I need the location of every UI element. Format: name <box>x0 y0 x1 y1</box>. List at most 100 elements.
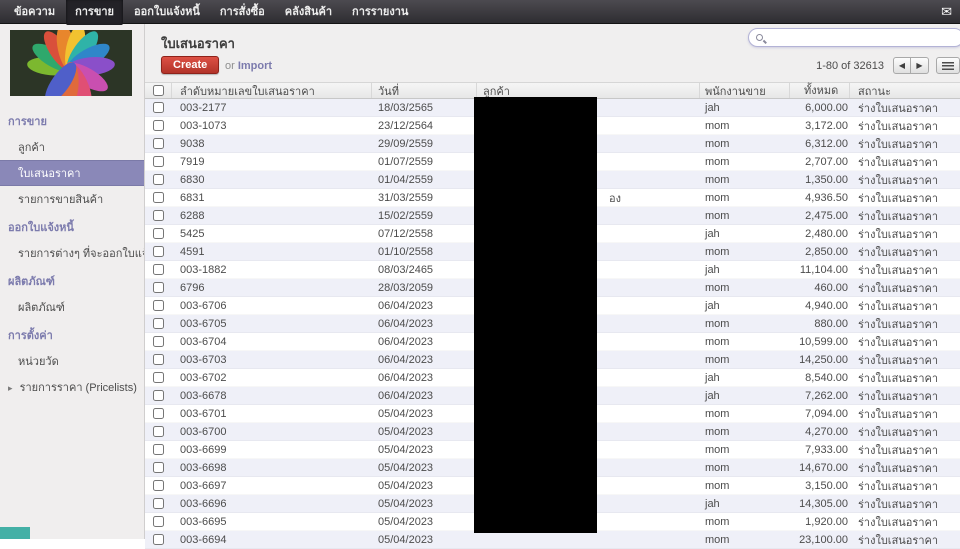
import-link[interactable]: Import <box>238 60 272 72</box>
row-checkbox-cell <box>145 426 172 437</box>
sidebar-section-header[interactable]: การขาย <box>0 106 144 134</box>
cell-salesperson: mom <box>705 425 730 438</box>
cell-status: ร่างใบเสนอราคา <box>858 534 939 547</box>
cell-total: 460.00 <box>814 281 848 294</box>
row-checkbox[interactable] <box>153 102 164 113</box>
cell-status: ร่างใบเสนอราคา <box>858 210 939 223</box>
row-checkbox[interactable] <box>153 480 164 491</box>
sidebar-item[interactable]: ลูกค้า <box>0 134 144 160</box>
cell-status: ร่างใบเสนอราคา <box>858 390 939 403</box>
row-checkbox[interactable] <box>153 138 164 149</box>
row-checkbox[interactable] <box>153 318 164 329</box>
row-checkbox[interactable] <box>153 426 164 437</box>
cell-total: 4,270.00 <box>805 425 848 438</box>
sidebar-section-header[interactable]: ออกใบแจ้งหนี้ <box>0 212 144 240</box>
cell-total: 23,100.00 <box>799 533 848 546</box>
cell-total: 6,000.00 <box>805 101 848 114</box>
topbar-menu-item[interactable]: การขาย <box>66 0 123 25</box>
row-checkbox[interactable] <box>153 300 164 311</box>
row-checkbox[interactable] <box>153 192 164 203</box>
row-checkbox[interactable] <box>153 390 164 401</box>
row-checkbox[interactable] <box>153 228 164 239</box>
envelope-icon[interactable]: ✉ <box>941 5 952 18</box>
cell-quotation-number: 003-6678 <box>180 389 227 402</box>
cell-salesperson: mom <box>705 281 730 294</box>
select-all-cell <box>145 83 172 98</box>
sidebar-item[interactable]: หน่วยวัด <box>0 348 144 374</box>
cell-status: ร่างใบเสนอราคา <box>858 408 939 421</box>
cell-salesperson: jah <box>705 389 720 402</box>
cell-status: ร่างใบเสนอราคา <box>858 228 939 241</box>
cell-status: ร่างใบเสนอราคา <box>858 336 939 349</box>
cell-quotation-number: 003-6704 <box>180 335 227 348</box>
list-view-switcher-button[interactable] <box>936 57 960 74</box>
select-all-checkbox[interactable] <box>152 85 164 96</box>
sidebar-item[interactable]: ▸ รายการราคา (Pricelists) <box>0 374 144 400</box>
row-checkbox[interactable] <box>153 516 164 527</box>
sidebar-section-header[interactable]: การตั้งค่า <box>0 320 144 348</box>
table-row[interactable]: 003-6694 05/04/2023 mom 23,100.00 ร่างใบ… <box>145 531 960 549</box>
sidebar-item[interactable]: ใบเสนอราคา <box>0 160 144 186</box>
cell-salesperson: jah <box>705 227 720 240</box>
row-checkbox[interactable] <box>153 282 164 293</box>
prev-page-button[interactable]: ◀ <box>893 57 911 74</box>
row-checkbox[interactable] <box>153 174 164 185</box>
cell-date: 06/04/2023 <box>378 389 434 402</box>
row-checkbox[interactable] <box>153 246 164 257</box>
sidebar-item-label: ใบเสนอราคา <box>18 168 81 180</box>
topbar-menu-item[interactable]: ข้อความ <box>5 0 64 25</box>
topbar-menu-item[interactable]: ออกใบแจ้งหนี้ <box>125 0 209 25</box>
col-customer[interactable]: ลูกค้า <box>477 83 700 98</box>
topbar-menu-item[interactable]: คลังสินค้า <box>276 0 341 25</box>
sidebar-item[interactable]: รายการขายสินค้า <box>0 186 144 212</box>
row-checkbox-cell <box>145 534 172 545</box>
row-checkbox[interactable] <box>153 372 164 383</box>
row-checkbox[interactable] <box>153 498 164 509</box>
cell-status: ร่างใบเสนอราคา <box>858 264 939 277</box>
cell-status: ร่างใบเสนอราคา <box>858 138 939 151</box>
row-checkbox[interactable] <box>153 120 164 131</box>
cell-salesperson: mom <box>705 155 730 168</box>
col-quotation-number[interactable]: ลำดับหมายเลขใบเสนอราคา <box>172 83 372 98</box>
search-icon[interactable] <box>756 34 763 41</box>
col-date[interactable]: วันที่ <box>372 83 477 98</box>
cell-date: 06/04/2023 <box>378 353 434 366</box>
search-box[interactable] <box>748 28 960 47</box>
cell-total: 14,250.00 <box>799 353 848 366</box>
row-checkbox[interactable] <box>153 444 164 455</box>
or-import-text: or Import <box>225 60 272 72</box>
cell-quotation-number: 6288 <box>180 209 205 222</box>
next-page-button[interactable]: ▶ <box>911 57 929 74</box>
expander-icon[interactable]: ▸ <box>8 383 13 393</box>
cell-total: 2,707.00 <box>805 155 848 168</box>
cell-date: 05/04/2023 <box>378 497 434 510</box>
sidebar-item[interactable]: รายการต่างๆ ที่จะออกใบแจ้... <box>0 240 144 266</box>
row-checkbox[interactable] <box>153 264 164 275</box>
row-checkbox-cell <box>145 192 172 203</box>
search-input[interactable] <box>763 30 960 45</box>
row-checkbox[interactable] <box>153 156 164 167</box>
col-total[interactable]: ทั้งหมด <box>790 83 850 98</box>
cell-date: 05/04/2023 <box>378 479 434 492</box>
row-checkbox-cell <box>145 120 172 131</box>
cell-salesperson: mom <box>705 461 730 474</box>
topbar-menu-item[interactable]: การสั่งซื้อ <box>211 0 274 25</box>
cell-date: 06/04/2023 <box>378 317 434 330</box>
cell-total: 1,920.00 <box>805 515 848 528</box>
sidebar-item-label: รายการขายสินค้า <box>18 194 104 206</box>
row-checkbox[interactable] <box>153 354 164 365</box>
topbar-menu-item[interactable]: การรายงาน <box>343 0 417 25</box>
sidebar-item[interactable]: ผลิตภัณฑ์ <box>0 294 144 320</box>
create-button[interactable]: Create <box>161 56 220 74</box>
cell-total: 11,104.00 <box>799 263 848 276</box>
col-status[interactable]: สถานะ <box>850 83 960 98</box>
row-checkbox[interactable] <box>153 336 164 347</box>
row-checkbox[interactable] <box>153 210 164 221</box>
row-checkbox[interactable] <box>153 462 164 473</box>
row-checkbox[interactable] <box>153 534 164 545</box>
sidebar-item-label: รายการราคา (Pricelists) <box>19 382 137 394</box>
row-checkbox-cell <box>145 372 172 383</box>
col-salesperson[interactable]: พนักงานขาย <box>700 83 790 98</box>
row-checkbox[interactable] <box>153 408 164 419</box>
sidebar-section-header[interactable]: ผลิตภัณฑ์ <box>0 266 144 294</box>
